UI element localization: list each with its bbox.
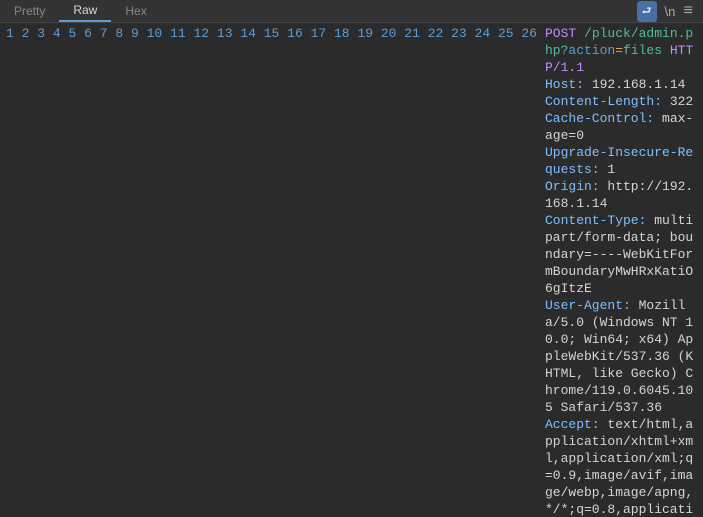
header-cache-control: Cache-Control:	[545, 111, 654, 126]
tab-hex[interactable]: Hex	[111, 1, 160, 21]
header-content-length: Content-Length:	[545, 94, 662, 109]
toolbar-right: ⮐ \n ≡	[637, 1, 703, 22]
header-host: Host:	[545, 77, 584, 92]
header-user-agent: User-Agent:	[545, 298, 631, 313]
header-upgrade-insecure: Upgrade-Insecure-Requests:	[545, 145, 693, 177]
header-origin: Origin:	[545, 179, 600, 194]
code-area[interactable]: POST /pluck/admin.php?action=files HTTP/…	[543, 23, 703, 517]
newline-toggle-button[interactable]: \n	[665, 4, 676, 19]
tab-bar: Pretty Raw Hex ⮐ \n ≡	[0, 0, 703, 23]
wrap-toggle-button[interactable]: ⮐	[637, 1, 657, 22]
menu-icon[interactable]: ≡	[683, 2, 693, 20]
tab-raw[interactable]: Raw	[59, 0, 111, 22]
editor: 1 2 3 4 5 6 7 8 9 10 11 12 13 14 15 16 1…	[0, 23, 703, 517]
header-content-type: Content-Type:	[545, 213, 646, 228]
line-gutter: 1 2 3 4 5 6 7 8 9 10 11 12 13 14 15 16 1…	[0, 23, 543, 517]
http-method: POST	[545, 26, 576, 41]
tab-pretty[interactable]: Pretty	[0, 1, 59, 21]
header-accept: Accept:	[545, 417, 600, 432]
